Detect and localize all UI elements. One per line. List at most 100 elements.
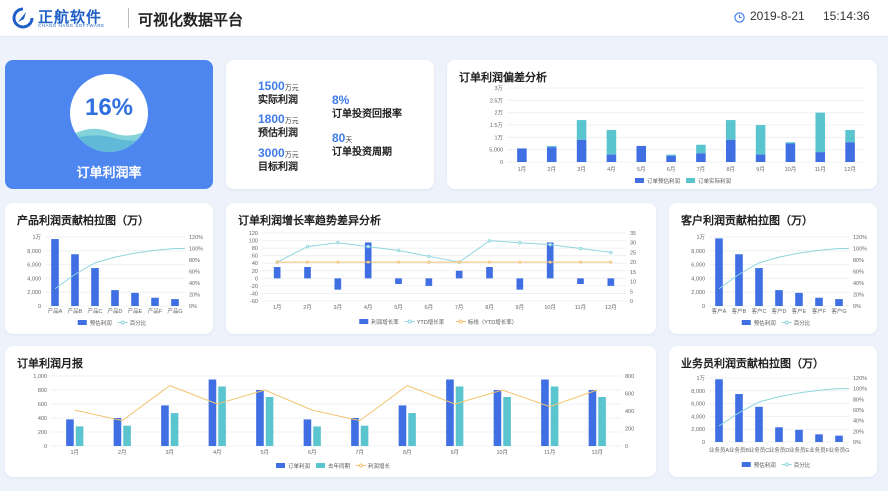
x-tick-label: 客户F bbox=[812, 307, 827, 315]
x-tick-label: 产品E bbox=[128, 307, 143, 315]
x-tick-label: 10月 bbox=[785, 166, 797, 173]
ytd-point bbox=[427, 254, 431, 259]
y2-tick-label: 35 bbox=[630, 231, 636, 237]
mark-point bbox=[366, 260, 370, 264]
bar-profit bbox=[541, 379, 549, 446]
x-tick-label: 7月 bbox=[455, 304, 464, 311]
y2-tick-label: 100% bbox=[853, 247, 867, 253]
y-tick-label: 0 bbox=[702, 440, 705, 446]
legend-label: 订单实际利润 bbox=[698, 177, 732, 185]
y-tick-label: 0 bbox=[500, 160, 503, 166]
mark-point bbox=[306, 260, 309, 264]
legend-swatch-dot bbox=[784, 320, 789, 325]
y-tick-label: 80 bbox=[252, 246, 258, 252]
bar bbox=[395, 278, 402, 284]
bar-estimate bbox=[576, 139, 587, 162]
kpi-card: 16% 订单利润率 bbox=[5, 60, 213, 189]
bar bbox=[171, 299, 179, 306]
stat-unit: 天 bbox=[345, 137, 353, 144]
legend-label: 预估利润 bbox=[754, 319, 777, 327]
y2-tick-label: 100% bbox=[189, 247, 203, 253]
bar-actual bbox=[576, 120, 587, 140]
y-tick-label: 6,000 bbox=[691, 263, 705, 269]
bar-last-year bbox=[170, 413, 179, 446]
stat-label: 目标利润 bbox=[258, 162, 298, 173]
legend-swatch-dot bbox=[458, 319, 463, 324]
legend-swatch bbox=[359, 319, 369, 324]
ytd-point bbox=[518, 241, 522, 245]
y-tick-label: 2万 bbox=[494, 110, 503, 117]
y2-tick-label: 200 bbox=[625, 427, 634, 433]
bar bbox=[91, 268, 99, 306]
bar bbox=[775, 290, 783, 306]
y2-tick-label: 40% bbox=[189, 281, 200, 287]
bar-last-year bbox=[218, 386, 226, 446]
x-tick-label: 6月 bbox=[308, 449, 317, 456]
y2-tick-label: 80% bbox=[853, 397, 864, 403]
y-tick-label: 40 bbox=[252, 261, 258, 267]
clock-icon bbox=[734, 12, 745, 23]
mark-point bbox=[275, 260, 279, 264]
x-tick-label: 12月 bbox=[605, 304, 617, 311]
y2-tick-label: 0% bbox=[853, 304, 861, 310]
y-tick-label: 8,000 bbox=[691, 389, 705, 395]
x-tick-label: 5月 bbox=[394, 304, 403, 311]
legend-swatch bbox=[741, 462, 751, 467]
bar bbox=[835, 435, 843, 442]
bar-last-year bbox=[75, 426, 84, 446]
x-tick-label: 客户G bbox=[831, 307, 846, 315]
y-tick-label: 1万 bbox=[696, 234, 705, 241]
bar-actual bbox=[725, 120, 736, 140]
bar-estimate bbox=[546, 147, 557, 162]
x-tick-label: 8月 bbox=[403, 449, 412, 456]
y2-tick-label: 120% bbox=[189, 235, 203, 241]
stat-unit: 万元 bbox=[284, 118, 299, 125]
mark-point bbox=[579, 260, 582, 264]
y-tick-label: 2,000 bbox=[691, 290, 705, 296]
stat-label: 订单投资周期 bbox=[332, 147, 392, 158]
y-tick-label: 600 bbox=[38, 402, 47, 408]
y2-tick-label: 60% bbox=[853, 270, 864, 276]
y-tick-label: 0 bbox=[38, 304, 41, 310]
bar-last-year bbox=[360, 425, 369, 446]
legend-label: 订单预估利润 bbox=[647, 177, 681, 185]
y-tick-label: 1,000 bbox=[33, 374, 47, 380]
stat-value: 1500 bbox=[258, 79, 285, 93]
x-tick-label: 9月 bbox=[450, 449, 459, 456]
legend-label: 标线（YTD增长率） bbox=[468, 318, 518, 326]
legend-swatch-dot bbox=[120, 320, 125, 325]
x-tick-label: 2月 bbox=[118, 449, 127, 456]
bar-estimate bbox=[755, 154, 766, 162]
x-tick-label: 7月 bbox=[355, 449, 364, 456]
y-tick-label: 0 bbox=[44, 444, 47, 450]
y2-tick-label: 60% bbox=[853, 408, 864, 414]
y2-tick-label: 0% bbox=[189, 304, 197, 310]
top-bar: 正航软件 CHANG HANG SOFTWARE 可视化数据平台 2019-8-… bbox=[0, 0, 888, 37]
bar-actual bbox=[546, 145, 557, 148]
bar-profit bbox=[208, 379, 217, 446]
bar-profit bbox=[446, 379, 454, 446]
x-tick-label: 3月 bbox=[165, 449, 174, 456]
y2-tick-label: 5 bbox=[630, 289, 633, 295]
ytd-point bbox=[396, 248, 401, 253]
y-tick-label: 6,000 bbox=[27, 263, 41, 269]
deviation-card: 订单利润偏差分析 0 5,000 1万 1.5万 2万 2.5万 3万 1月 2月 3月 4月 5月 6… bbox=[447, 60, 877, 189]
x-tick-label: 4月 bbox=[213, 449, 222, 456]
bar-last-year bbox=[313, 426, 321, 446]
x-tick-label: 5月 bbox=[637, 166, 646, 173]
stat-label: 实际利润 bbox=[258, 95, 298, 106]
y-tick-label: -60 bbox=[250, 299, 258, 305]
bar bbox=[111, 290, 119, 306]
y2-tick-label: 20% bbox=[853, 293, 864, 299]
y-tick-label: 800 bbox=[38, 388, 47, 394]
y2-tick-label: 600 bbox=[625, 392, 634, 398]
bar-actual bbox=[845, 129, 855, 143]
x-tick-label: 业务员G bbox=[829, 446, 850, 454]
x-tick-label: 1月 bbox=[273, 304, 282, 311]
kpi-label: 订单利润率 bbox=[76, 165, 142, 180]
x-tick-label: 业务员C bbox=[749, 446, 770, 454]
bar-profit bbox=[256, 390, 264, 446]
y-tick-label: 2,000 bbox=[27, 290, 41, 296]
stat-cycle: 80天 订单投资周期 bbox=[332, 132, 392, 159]
stats-card: 1500万元 实际利润 1800万元 预估利润 3000万元 目标利润 8% 订… bbox=[226, 60, 434, 189]
